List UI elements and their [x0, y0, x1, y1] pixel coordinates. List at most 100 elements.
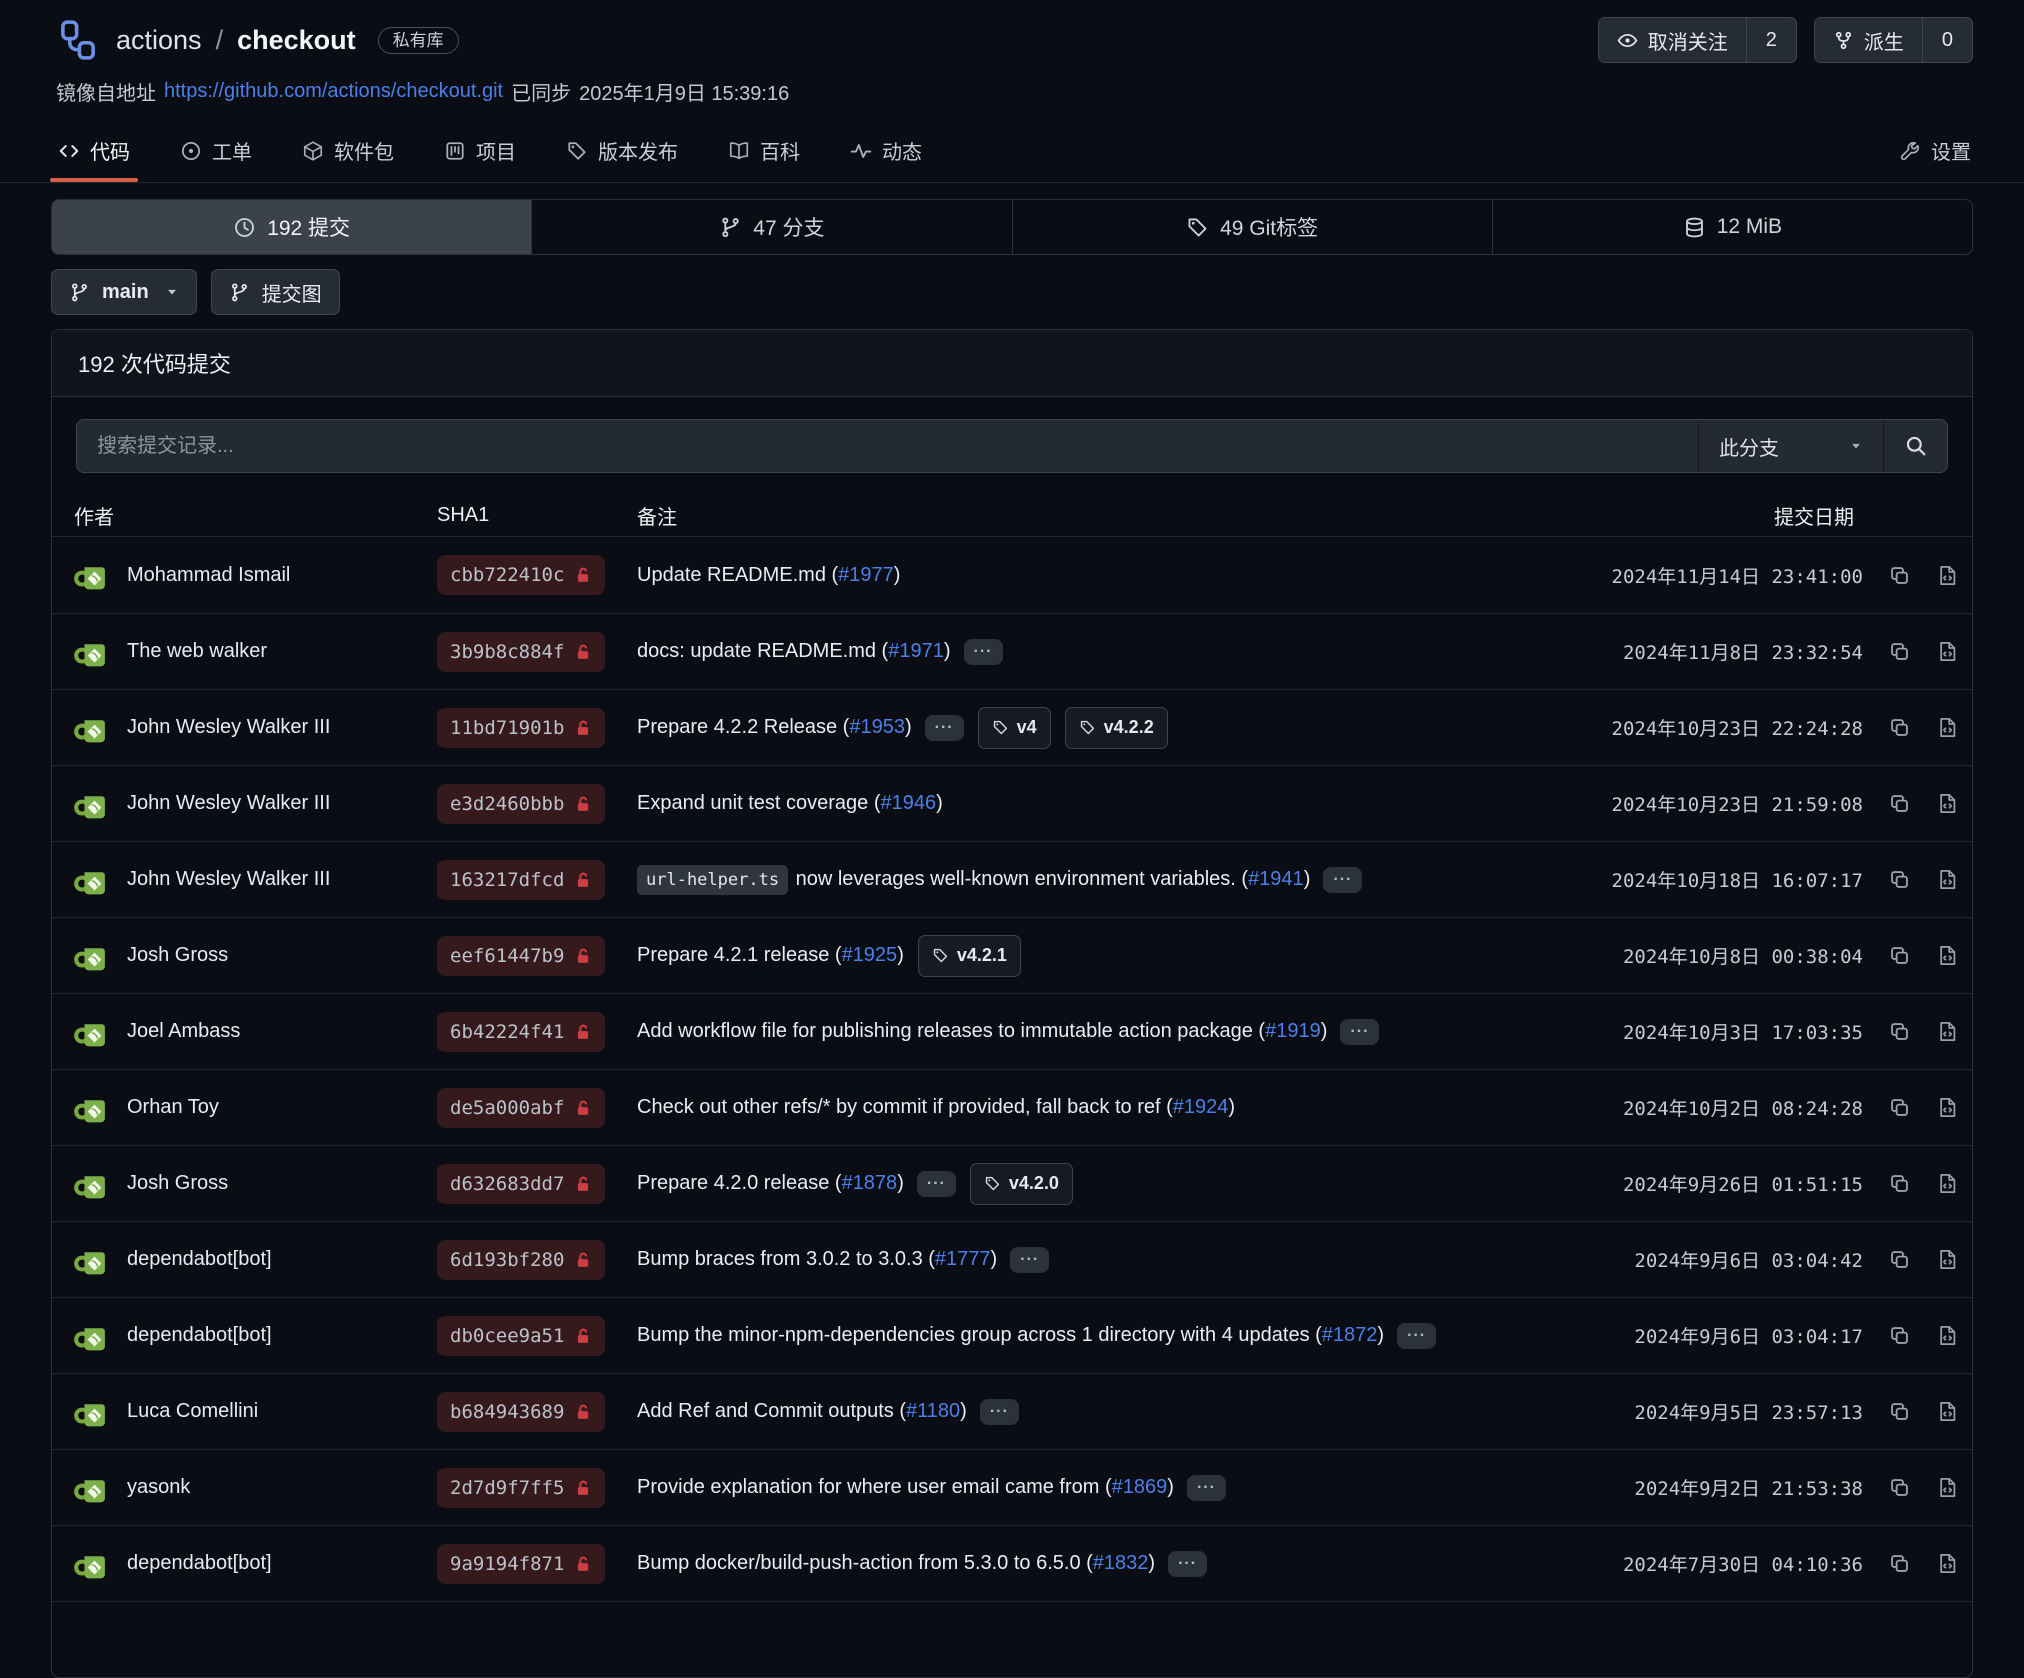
browse-source-button[interactable]: [1936, 1020, 1959, 1043]
expand-commit-body-button[interactable]: ···: [964, 639, 1003, 665]
commit-search-input[interactable]: [77, 420, 1698, 472]
commit-sha-badge[interactable]: d632683dd7: [437, 1164, 605, 1204]
commit-sha-badge[interactable]: de5a000abf: [437, 1088, 605, 1128]
issue-link[interactable]: #1941: [1248, 868, 1304, 891]
stat-branches[interactable]: 47 分支: [531, 200, 1011, 254]
copy-sha-button[interactable]: [1888, 1552, 1911, 1575]
commit-sha-badge[interactable]: 163217dfcd: [437, 860, 605, 900]
tab-releases[interactable]: 版本发布: [564, 119, 680, 182]
browse-source-button[interactable]: [1936, 868, 1959, 891]
release-tag-badge[interactable]: v4: [978, 707, 1051, 749]
repo-name-link[interactable]: checkout: [237, 25, 356, 56]
issue-link[interactable]: #1869: [1112, 1476, 1168, 1499]
copy-sha-button[interactable]: [1888, 1248, 1911, 1271]
issue-link[interactable]: #1925: [842, 944, 898, 967]
commit-author[interactable]: Josh Gross: [127, 1172, 228, 1195]
expand-commit-body-button[interactable]: ···: [1323, 867, 1362, 893]
copy-sha-button[interactable]: [1888, 1020, 1911, 1043]
copy-sha-button[interactable]: [1888, 1172, 1911, 1195]
copy-sha-button[interactable]: [1888, 1400, 1911, 1423]
fork-button[interactable]: 派生: [1815, 18, 1922, 62]
browse-source-button[interactable]: [1936, 1248, 1959, 1271]
commit-sha-badge[interactable]: 2d7d9f7ff5: [437, 1468, 605, 1508]
stat-commits[interactable]: 192 提交: [52, 200, 531, 254]
issue-link[interactable]: #1953: [849, 716, 905, 739]
unwatch-button[interactable]: 取消关注: [1599, 18, 1746, 62]
stat-tags[interactable]: 49 Git标签: [1012, 200, 1492, 254]
commit-author[interactable]: John Wesley Walker III: [127, 868, 330, 891]
release-tag-badge[interactable]: v4.2.2: [1065, 707, 1168, 749]
copy-sha-button[interactable]: [1888, 716, 1911, 739]
expand-commit-body-button[interactable]: ···: [1397, 1323, 1436, 1349]
tab-issues[interactable]: 工单: [178, 119, 254, 182]
commit-author[interactable]: Mohammad Ismail: [127, 564, 290, 587]
copy-sha-button[interactable]: [1888, 792, 1911, 815]
copy-sha-button[interactable]: [1888, 1096, 1911, 1119]
commit-sha-badge[interactable]: 3b9b8c884f: [437, 632, 605, 672]
issue-link[interactable]: #1977: [838, 564, 894, 587]
commit-author[interactable]: Orhan Toy: [127, 1096, 219, 1119]
stat-size[interactable]: 12 MiB: [1492, 200, 1972, 254]
browse-source-button[interactable]: [1936, 564, 1959, 587]
issue-link[interactable]: #1924: [1173, 1096, 1229, 1119]
commit-sha-badge[interactable]: 6d193bf280: [437, 1240, 605, 1280]
commit-sha-badge[interactable]: db0cee9a51: [437, 1316, 605, 1356]
commit-sha-badge[interactable]: 9a9194f871: [437, 1544, 605, 1584]
issue-link[interactable]: #1919: [1265, 1020, 1321, 1043]
tab-wiki[interactable]: 百科: [726, 119, 802, 182]
commit-sha-badge[interactable]: 6b42224f41: [437, 1012, 605, 1052]
commit-sha-badge[interactable]: 11bd71901b: [437, 708, 605, 748]
release-tag-badge[interactable]: v4.2.1: [918, 935, 1021, 977]
search-button[interactable]: [1883, 420, 1947, 472]
issue-link[interactable]: #1832: [1093, 1552, 1149, 1575]
tab-activity[interactable]: 动态: [848, 119, 924, 182]
commit-author[interactable]: dependabot[bot]: [127, 1324, 272, 1347]
copy-sha-button[interactable]: [1888, 1324, 1911, 1347]
expand-commit-body-button[interactable]: ···: [980, 1399, 1019, 1425]
commit-sha-badge[interactable]: eef61447b9: [437, 936, 605, 976]
branch-selector[interactable]: main: [51, 269, 197, 315]
issue-link[interactable]: #1777: [935, 1248, 991, 1271]
copy-sha-button[interactable]: [1888, 564, 1911, 587]
browse-source-button[interactable]: [1936, 792, 1959, 815]
expand-commit-body-button[interactable]: ···: [917, 1171, 956, 1197]
forks-count[interactable]: 0: [1922, 18, 1972, 62]
commit-author[interactable]: John Wesley Walker III: [127, 716, 330, 739]
commit-graph-button[interactable]: 提交图: [211, 269, 340, 315]
issue-link[interactable]: #1946: [880, 792, 936, 815]
issue-link[interactable]: #1180: [906, 1400, 960, 1423]
repo-owner-link[interactable]: actions: [116, 25, 202, 56]
expand-commit-body-button[interactable]: ···: [1010, 1247, 1049, 1273]
release-tag-badge[interactable]: v4.2.0: [970, 1163, 1073, 1205]
expand-commit-body-button[interactable]: ···: [925, 715, 964, 741]
tab-settings[interactable]: 设置: [1897, 119, 1973, 182]
commit-sha-badge[interactable]: b684943689: [437, 1392, 605, 1432]
commit-author[interactable]: The web walker: [127, 640, 267, 663]
issue-link[interactable]: #1872: [1322, 1324, 1378, 1347]
expand-commit-body-button[interactable]: ···: [1187, 1475, 1226, 1501]
browse-source-button[interactable]: [1936, 1172, 1959, 1195]
expand-commit-body-button[interactable]: ···: [1340, 1019, 1379, 1045]
browse-source-button[interactable]: [1936, 1400, 1959, 1423]
commit-sha-badge[interactable]: e3d2460bbb: [437, 784, 605, 824]
tab-projects[interactable]: 项目: [442, 119, 518, 182]
search-scope-dropdown[interactable]: 此分支: [1698, 420, 1883, 472]
browse-source-button[interactable]: [1936, 944, 1959, 967]
browse-source-button[interactable]: [1936, 1096, 1959, 1119]
copy-sha-button[interactable]: [1888, 1476, 1911, 1499]
commit-sha-badge[interactable]: cbb722410c: [437, 555, 605, 595]
mirror-url-link[interactable]: https://github.com/actions/checkout.git: [164, 80, 503, 103]
copy-sha-button[interactable]: [1888, 944, 1911, 967]
copy-sha-button[interactable]: [1888, 868, 1911, 891]
commit-author[interactable]: John Wesley Walker III: [127, 792, 330, 815]
issue-link[interactable]: #1878: [842, 1172, 898, 1195]
expand-commit-body-button[interactable]: ···: [1168, 1551, 1207, 1577]
browse-source-button[interactable]: [1936, 1552, 1959, 1575]
commit-author[interactable]: Joel Ambass: [127, 1020, 240, 1043]
browse-source-button[interactable]: [1936, 1324, 1959, 1347]
commit-author[interactable]: dependabot[bot]: [127, 1552, 272, 1575]
copy-sha-button[interactable]: [1888, 640, 1911, 663]
tab-packages[interactable]: 软件包: [300, 119, 396, 182]
browse-source-button[interactable]: [1936, 716, 1959, 739]
watchers-count[interactable]: 2: [1746, 18, 1796, 62]
